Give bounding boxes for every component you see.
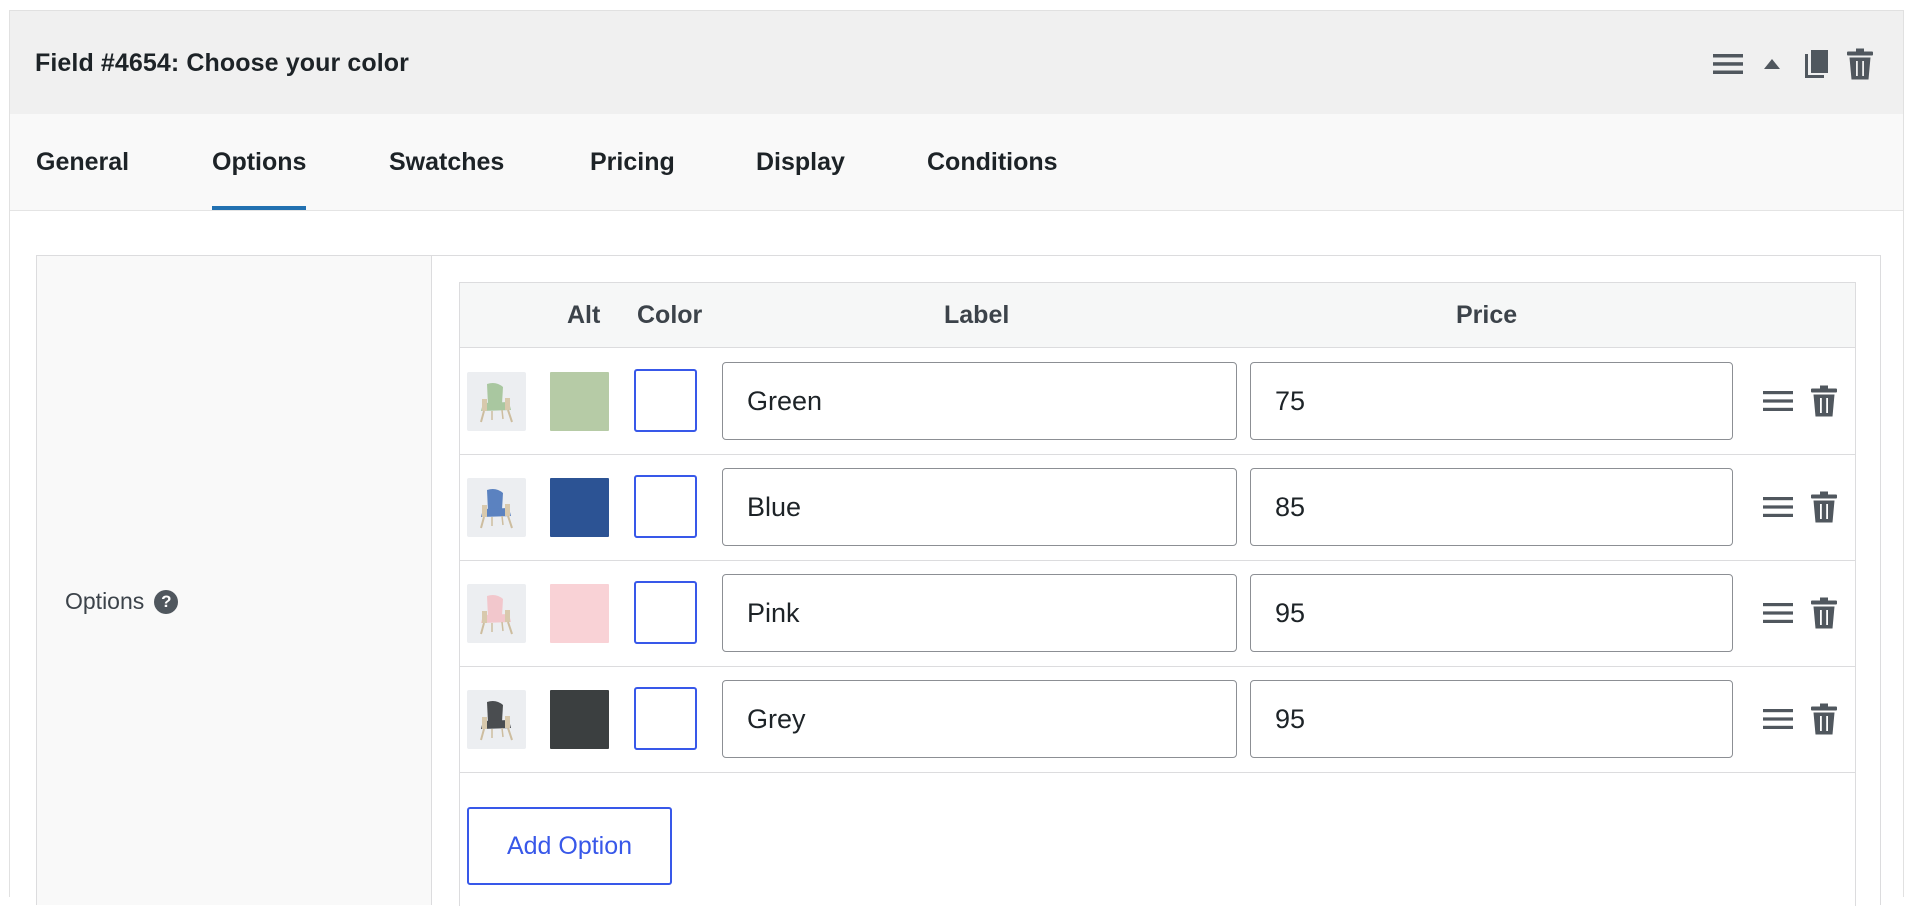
options-table-header: Alt Color Label Price <box>460 283 1855 348</box>
menu-icon[interactable] <box>1711 47 1745 81</box>
color-swatch[interactable] <box>550 478 609 537</box>
tab-general[interactable]: General <box>36 114 129 210</box>
table-row: Pink 95 <box>460 560 1855 667</box>
add-option-button[interactable]: Add Option <box>467 807 672 885</box>
duplicate-icon[interactable] <box>1799 47 1833 81</box>
option-image-thumbnail[interactable] <box>467 584 526 643</box>
color-picker[interactable] <box>634 475 697 538</box>
header-color: Color <box>637 301 703 329</box>
table-row: Grey 95 <box>460 666 1855 773</box>
delete-option-icon[interactable] <box>1808 597 1840 629</box>
color-swatch[interactable] <box>550 584 609 643</box>
options-label-text: Options <box>65 588 145 614</box>
option-label-input[interactable]: Pink <box>722 574 1237 652</box>
delete-option-icon[interactable] <box>1808 703 1840 735</box>
field-panel: Field #4654: Choose your color General O… <box>9 10 1904 906</box>
tab-conditions[interactable]: Conditions <box>927 114 1058 210</box>
option-label-input[interactable]: Green <box>722 362 1237 440</box>
option-image-thumbnail[interactable] <box>467 478 526 537</box>
option-image-thumbnail[interactable] <box>467 372 526 431</box>
field-title: Field #4654: Choose your color <box>35 49 409 77</box>
drag-handle-icon[interactable] <box>1762 597 1794 629</box>
option-label-input[interactable]: Blue <box>722 468 1237 546</box>
color-picker[interactable] <box>634 581 697 644</box>
field-tabs: General Options Swatches Pricing Display… <box>10 114 1903 211</box>
options-settings-box: Options ? Alt Color Label Price Green 75 <box>36 255 1881 906</box>
option-price-input[interactable]: 95 <box>1250 680 1733 758</box>
help-icon[interactable]: ? <box>154 589 179 614</box>
option-price-input[interactable]: 85 <box>1250 468 1733 546</box>
color-picker[interactable] <box>634 687 697 750</box>
header-alt: Alt <box>567 301 601 329</box>
delete-option-icon[interactable] <box>1808 491 1840 523</box>
setting-label-column: Options ? <box>37 256 432 905</box>
trash-icon[interactable] <box>1843 47 1877 81</box>
tab-swatches[interactable]: Swatches <box>389 114 504 210</box>
option-price-input[interactable]: 95 <box>1250 574 1733 652</box>
header-label: Label <box>944 301 1010 329</box>
drag-handle-icon[interactable] <box>1762 703 1794 735</box>
drag-handle-icon[interactable] <box>1762 491 1794 523</box>
table-row: Green 75 <box>460 348 1855 455</box>
caret-up-icon[interactable] <box>1755 47 1789 81</box>
options-table: Alt Color Label Price Green 75 Blue 85 P… <box>459 282 1856 906</box>
header-price: Price <box>1456 301 1518 329</box>
option-image-thumbnail[interactable] <box>467 690 526 749</box>
option-label-input[interactable]: Grey <box>722 680 1237 758</box>
header-actions <box>1701 47 1877 81</box>
color-swatch[interactable] <box>550 690 609 749</box>
drag-handle-icon[interactable] <box>1762 385 1794 417</box>
tab-options[interactable]: Options <box>212 114 307 210</box>
options-setting-label: Options ? <box>65 588 179 615</box>
tab-pricing[interactable]: Pricing <box>590 114 675 210</box>
field-header: Field #4654: Choose your color <box>10 11 1903 115</box>
tab-display[interactable]: Display <box>756 114 845 210</box>
chair-back <box>487 383 503 405</box>
table-row: Blue 85 <box>460 454 1855 561</box>
color-picker[interactable] <box>634 369 697 432</box>
color-swatch[interactable] <box>550 372 609 431</box>
option-price-input[interactable]: 75 <box>1250 362 1733 440</box>
delete-option-icon[interactable] <box>1808 385 1840 417</box>
